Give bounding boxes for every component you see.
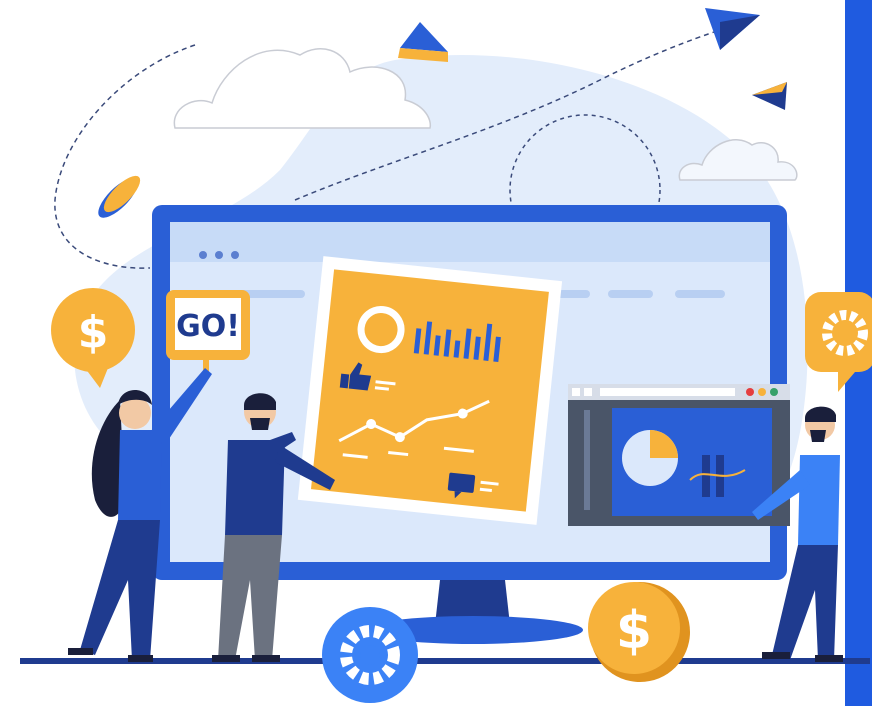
illustration: GO! $ $ <box>0 0 872 706</box>
dollar-icon: $ <box>588 582 690 682</box>
pie-chart-icon <box>622 430 678 486</box>
paper-plane-icon <box>752 82 787 110</box>
gear-icon <box>322 607 418 703</box>
dashboard-window <box>568 384 790 526</box>
analytics-poster <box>297 256 563 525</box>
dollar-glyph: $ <box>78 307 109 358</box>
go-sign-label: GO! <box>176 309 240 344</box>
illustration-canvas: GO! $ $ <box>20 0 872 706</box>
dollar-glyph: $ <box>616 601 652 661</box>
paper-plane-icon <box>398 22 448 62</box>
paper-plane-icon <box>705 8 760 50</box>
coin-icon <box>98 175 141 218</box>
